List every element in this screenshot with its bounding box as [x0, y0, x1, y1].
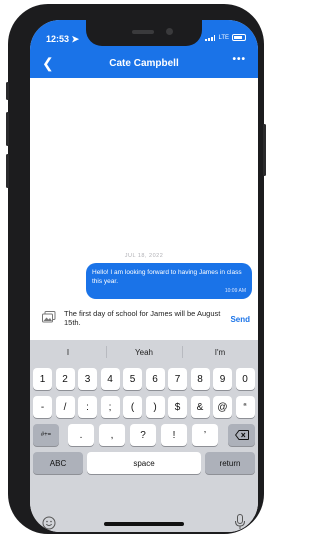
home-indicator [104, 522, 184, 526]
key-comma[interactable]: , [99, 424, 125, 446]
key-apostrophe[interactable]: ’ [192, 424, 218, 446]
message-composer: The first day of school for James will b… [30, 305, 258, 339]
key-question[interactable]: ? [130, 424, 156, 446]
message-text: Hello! I am looking forward to having Ja… [92, 269, 242, 285]
key-ampersand[interactable]: & [190, 396, 210, 418]
notch [86, 20, 202, 46]
suggestion-2[interactable]: Yeah [106, 340, 182, 364]
signal-icon [205, 34, 216, 41]
image-attach-icon[interactable] [42, 311, 56, 323]
microphone-icon[interactable] [234, 514, 246, 530]
key-semicolon[interactable]: ; [100, 396, 120, 418]
mute-switch [6, 82, 9, 100]
backspace-key[interactable] [228, 424, 255, 446]
key-1[interactable]: 1 [33, 368, 52, 390]
conversation-title: Cate Campbell [109, 58, 179, 69]
key-2[interactable]: 2 [55, 368, 75, 390]
key-open-paren[interactable]: ( [123, 396, 142, 418]
key-close-paren[interactable]: ) [145, 396, 165, 418]
key-hyphen[interactable]: - [33, 396, 52, 418]
phone-frame: 12:53 ➤ LTE ❮ Cate Campbell ••• JUL 18, … [6, 4, 266, 534]
key-8[interactable]: 8 [190, 368, 210, 390]
volume-down-button [6, 154, 9, 188]
message-time: 10:09 AM [224, 288, 246, 294]
space-key[interactable]: space [87, 452, 201, 474]
key-colon[interactable]: : [78, 396, 97, 418]
return-key[interactable]: return [205, 452, 255, 474]
key-period[interactable]: . [68, 424, 94, 446]
status-time: 12:53 ➤ [46, 34, 79, 45]
power-button [263, 124, 266, 176]
message-bubble: Hello! I am looking forward to having Ja… [86, 263, 252, 299]
screen: 12:53 ➤ LTE ❮ Cate Campbell ••• JUL 18, … [30, 20, 258, 532]
network-label: LTE [218, 34, 229, 41]
keyboard: I Yeah I'm 1 2 3 4 5 6 7 8 9 0 - / : ; (… [30, 340, 258, 532]
key-slash[interactable]: / [55, 396, 75, 418]
suggestion-bar: I Yeah I'm [30, 340, 258, 364]
key-4[interactable]: 4 [100, 368, 120, 390]
message-input[interactable]: The first day of school for James will b… [64, 309, 222, 327]
key-7[interactable]: 7 [168, 368, 187, 390]
key-6[interactable]: 6 [145, 368, 165, 390]
message-date: JUL 18, 2022 [124, 253, 164, 259]
key-quote[interactable]: “ [235, 396, 255, 418]
suggestion-3[interactable]: I'm [182, 340, 258, 364]
backspace-icon [234, 430, 249, 440]
key-5[interactable]: 5 [123, 368, 142, 390]
key-at[interactable]: @ [213, 396, 232, 418]
location-arrow-icon: ➤ [71, 34, 80, 44]
front-camera [166, 28, 173, 35]
key-more-symbols[interactable]: #+= [33, 424, 59, 446]
status-time-text: 12:53 [46, 34, 70, 44]
key-0[interactable]: 0 [235, 368, 255, 390]
speaker-grille [132, 30, 154, 34]
key-3[interactable]: 3 [78, 368, 97, 390]
key-dollar[interactable]: $ [168, 396, 187, 418]
suggestion-1[interactable]: I [30, 340, 106, 364]
abc-key[interactable]: ABC [33, 452, 83, 474]
key-9[interactable]: 9 [213, 368, 232, 390]
send-button[interactable]: Send [230, 315, 250, 324]
battery-icon [232, 34, 246, 41]
key-exclamation[interactable]: ! [161, 424, 187, 446]
volume-up-button [6, 112, 9, 146]
more-options-icon[interactable]: ••• [232, 54, 246, 65]
header: 12:53 ➤ LTE ❮ Cate Campbell ••• [30, 20, 258, 78]
emoji-icon[interactable] [42, 516, 56, 530]
status-indicators: LTE [205, 34, 246, 41]
